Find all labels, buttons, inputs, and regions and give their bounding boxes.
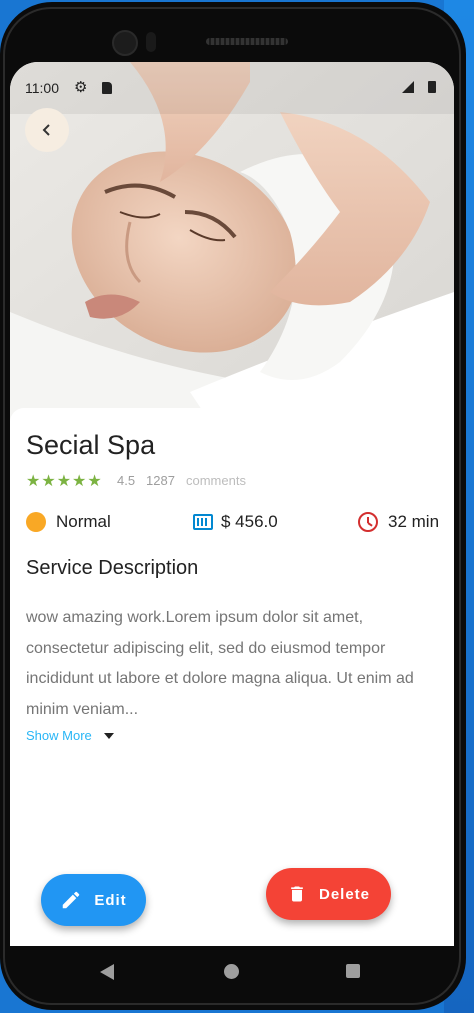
front-camera <box>112 30 138 56</box>
service-description: wow amazing work.Lorem ipsum dolor sit a… <box>26 609 414 718</box>
gear-icon: ⚙ <box>74 79 88 96</box>
comments-label: comments <box>186 473 246 488</box>
nav-home-icon[interactable] <box>224 964 239 979</box>
app-screen: 11:00 ⚙ Secial Spa ★★★★★ 4.5 1287 commen… <box>10 62 454 946</box>
spa-photo <box>10 62 454 422</box>
status-bar: 11:00 ⚙ <box>10 62 454 114</box>
system-nav-bar <box>10 946 454 996</box>
duration-text: 32 min <box>388 512 440 531</box>
detail-sheet: Secial Spa ★★★★★ 4.5 1287 comments Norma… <box>10 408 454 946</box>
signal-battery-icon <box>402 81 436 93</box>
level-info: Normal <box>26 512 111 532</box>
sd-card-icon <box>102 82 112 94</box>
trash-icon <box>291 886 303 902</box>
edit-label: Edit <box>94 891 127 909</box>
chevron-left-icon <box>42 124 50 136</box>
show-more-link[interactable]: Show More <box>26 728 114 743</box>
caret-down-icon <box>103 732 114 739</box>
clock-icon <box>358 512 378 532</box>
section-title: Service Description <box>26 557 199 579</box>
review-count: 1287 <box>146 473 175 488</box>
hero-image: 11:00 ⚙ <box>10 62 454 422</box>
star-rating-icon: ★★★★★ <box>26 473 103 490</box>
nav-back-icon[interactable] <box>100 964 114 980</box>
level-dot-icon <box>26 512 46 532</box>
service-title: Secial Spa <box>26 430 156 460</box>
back-button[interactable] <box>25 108 69 152</box>
edit-button[interactable]: Edit <box>41 874 146 926</box>
nav-recents-icon[interactable] <box>346 964 360 978</box>
level-text: Normal <box>56 512 111 531</box>
delete-button[interactable]: Delete <box>266 868 391 920</box>
show-more-label: Show More <box>26 728 92 743</box>
money-icon <box>193 514 213 530</box>
status-time: 11:00 <box>25 80 59 96</box>
earpiece-speaker <box>206 38 288 45</box>
pencil-icon <box>63 891 80 909</box>
delete-label: Delete <box>318 885 371 903</box>
price-info: $ 456.0 <box>193 512 278 532</box>
sensor <box>146 32 156 52</box>
rating-value: 4.5 <box>117 473 136 488</box>
price-text: $ 456.0 <box>221 512 278 531</box>
duration-info: 32 min <box>358 512 439 532</box>
